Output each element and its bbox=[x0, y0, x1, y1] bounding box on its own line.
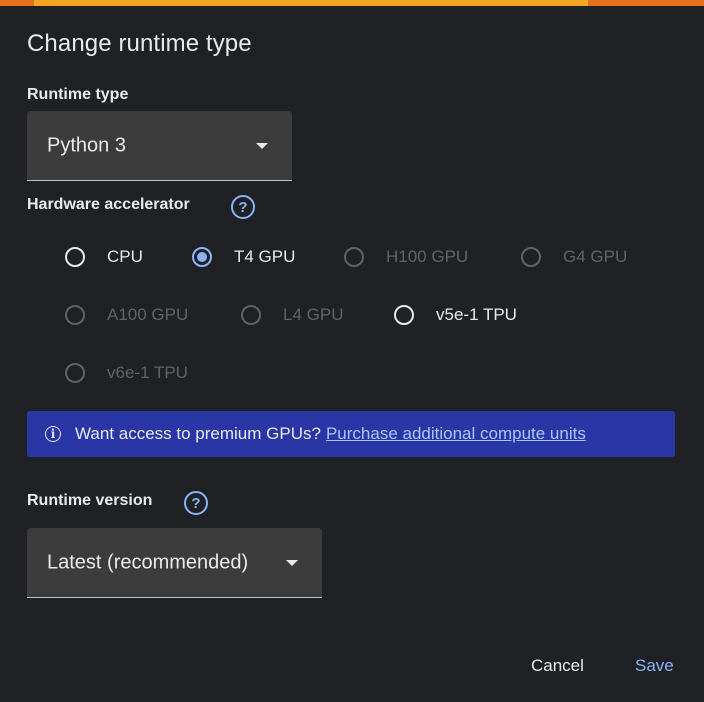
save-button[interactable]: Save bbox=[635, 656, 674, 676]
radio-label: A100 GPU bbox=[107, 305, 189, 324]
radio-t4-gpu[interactable]: T4 GPU bbox=[192, 247, 295, 267]
runtime-version-label: Runtime version bbox=[27, 492, 153, 509]
change-runtime-dialog: Change runtime type Runtime type Python … bbox=[0, 0, 704, 702]
radio-v5e-1-tpu[interactable]: v5e-1 TPU bbox=[394, 305, 517, 325]
radio-circle bbox=[192, 247, 212, 267]
radio-label: v6e-1 TPU bbox=[107, 363, 188, 382]
help-circle-icon[interactable]: ? bbox=[231, 195, 255, 219]
chevron-down-icon bbox=[286, 559, 298, 566]
dialog-title: Change runtime type bbox=[27, 30, 252, 57]
premium-gpu-banner: i Want access to premium GPUs? Purchase … bbox=[27, 411, 675, 457]
cancel-button[interactable]: Cancel bbox=[531, 656, 584, 676]
radio-v6e-1-tpu[interactable]: v6e-1 TPU bbox=[65, 363, 188, 383]
radio-label: T4 GPU bbox=[234, 247, 296, 266]
top-accent-right bbox=[588, 0, 704, 6]
info-icon: i bbox=[45, 426, 61, 442]
radio-label: CPU bbox=[107, 247, 143, 266]
runtime-version-value: Latest (recommended) bbox=[47, 551, 249, 573]
chevron-down-icon bbox=[256, 142, 268, 149]
radio-circle bbox=[344, 247, 364, 267]
help-circle-icon[interactable]: ? bbox=[184, 491, 208, 515]
radio-circle bbox=[521, 247, 541, 267]
radio-circle bbox=[65, 363, 85, 383]
radio-g4-gpu[interactable]: G4 GPU bbox=[521, 247, 627, 267]
radio-h100-gpu[interactable]: H100 GPU bbox=[344, 247, 468, 267]
banner-text: Want access to premium GPUs? bbox=[75, 424, 321, 443]
purchase-compute-units-link[interactable]: Purchase additional compute units bbox=[326, 424, 586, 444]
runtime-type-label: Runtime type bbox=[27, 86, 129, 103]
radio-circle bbox=[65, 305, 85, 325]
radio-circle bbox=[394, 305, 414, 325]
radio-a100-gpu[interactable]: A100 GPU bbox=[65, 305, 188, 325]
runtime-type-select[interactable]: Python 3 bbox=[27, 111, 292, 181]
runtime-type-value: Python 3 bbox=[47, 134, 126, 156]
top-accent-left bbox=[0, 0, 34, 6]
top-accent-bar bbox=[0, 0, 704, 6]
radio-circle bbox=[65, 247, 85, 267]
radio-label: v5e-1 TPU bbox=[436, 305, 517, 324]
radio-cpu[interactable]: CPU bbox=[65, 247, 143, 267]
radio-label: H100 GPU bbox=[386, 247, 469, 266]
radio-label: L4 GPU bbox=[283, 305, 344, 324]
runtime-version-select[interactable]: Latest (recommended) bbox=[27, 528, 322, 598]
radio-circle bbox=[241, 305, 261, 325]
radio-l4-gpu[interactable]: L4 GPU bbox=[241, 305, 343, 325]
hardware-accelerator-label: Hardware accelerator bbox=[27, 196, 190, 213]
radio-label: G4 GPU bbox=[563, 247, 628, 266]
